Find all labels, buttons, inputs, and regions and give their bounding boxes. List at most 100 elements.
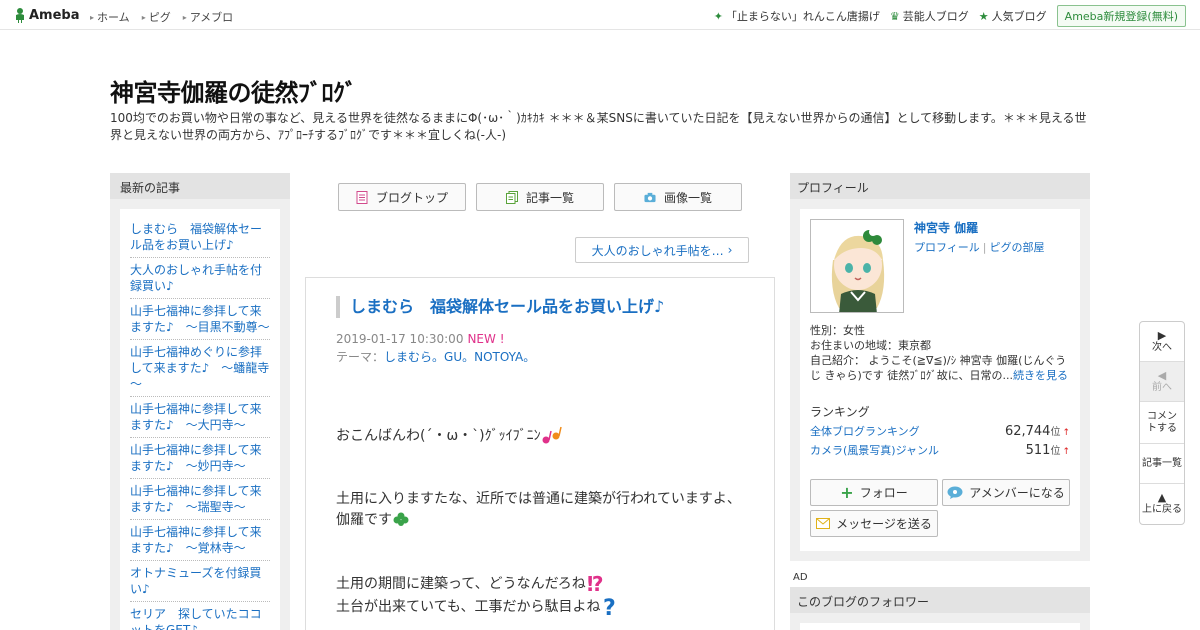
next-post-button[interactable]: ▶ 次へ bbox=[1140, 322, 1184, 362]
follow-button[interactable]: + フォロー bbox=[810, 479, 938, 506]
question-mark-icon: ? bbox=[603, 596, 616, 619]
plus-icon: + bbox=[840, 483, 854, 502]
next-article-link[interactable]: 大人のおしゃれ手帖を… › bbox=[575, 237, 749, 263]
ad-label: AD bbox=[793, 572, 808, 583]
exclamation-question-icon: ⁉ bbox=[587, 573, 604, 595]
send-message-button[interactable]: メッセージを送る bbox=[810, 510, 938, 537]
recent-articles-list: しまむら 福袋解体セール品をお買い上げ♪ 大人のおしゃれ手帖を付録買い♪ 山手七… bbox=[120, 209, 280, 630]
article-text: 伽羅です bbox=[336, 512, 392, 528]
recent-article-link[interactable]: 山手七福神に参拝して来ますた♪ ～瑞聖寺～ bbox=[130, 479, 270, 520]
prev-post-label: 前へ bbox=[1152, 381, 1172, 393]
profile-area: お住まいの地域：東京都 bbox=[810, 339, 931, 352]
blog-title[interactable]: 神宮寺伽羅の徒然ﾌﾞﾛｸﾞ bbox=[110, 73, 357, 108]
recent-article-link[interactable]: しまむら 福袋解体セール品をお買い上げ♪ bbox=[130, 217, 270, 258]
prev-triangle-icon: ◀ bbox=[1157, 368, 1167, 382]
ranking-row: カメラ(風景写真)ジャンル 511位 ↑ bbox=[810, 442, 1070, 458]
recent-article-link[interactable]: 山手七福神に参拝して来ますた♪ ～目黒不動尊～ bbox=[130, 299, 270, 340]
floating-side-nav: ▶ 次へ ◀ 前へ コメントする 記事一覧 ▲ 上に戻る bbox=[1139, 321, 1185, 525]
profile-name[interactable]: 神宮寺 伽羅 bbox=[914, 219, 978, 236]
article: しまむら 福袋解体セール品をお買い上げ♪ 2019-01-17 10:30:00… bbox=[305, 277, 775, 630]
ranking-value: 62,744位 ↑ bbox=[1005, 423, 1070, 439]
side-article-list-button[interactable]: 記事一覧 bbox=[1140, 444, 1184, 484]
followers-box bbox=[800, 623, 1080, 630]
new-badge: NEW ! bbox=[467, 332, 505, 346]
music-notes-icon bbox=[542, 426, 562, 444]
back-to-top-button[interactable]: ▲ 上に戻る bbox=[1140, 484, 1184, 524]
top-nav-pigg[interactable]: ピグ bbox=[142, 9, 171, 25]
signup-button[interactable]: Ameba新規登録(無料) bbox=[1056, 5, 1186, 27]
speech-bubble-icon bbox=[947, 486, 963, 499]
pigg-room-link[interactable]: ピグの部屋 bbox=[990, 241, 1045, 254]
clover-icon bbox=[393, 512, 409, 526]
star-icon: ★ bbox=[978, 10, 989, 23]
article-paragraph: 土用に入りますたな、近所では普通に建築が行われていますよ、 bbox=[336, 489, 741, 510]
profile-panel: プロフィール 神宮寺 伽羅 プロフィール | ピグの部屋 性別：女性 お住まいの… bbox=[790, 173, 1090, 561]
back-to-top-label: 上に戻る bbox=[1142, 504, 1182, 515]
crown-icon: ♛ bbox=[889, 10, 900, 23]
article-list-label: 記事一覧 bbox=[525, 190, 574, 205]
article-text: 土台が出来ていても、工事だから駄目よね bbox=[336, 599, 601, 615]
recent-articles-heading: 最新の記事 bbox=[110, 173, 290, 199]
article-text: 土用に入りますたな、近所では普通に建築が行われていますよ、 bbox=[336, 491, 741, 507]
profile-heading: プロフィール bbox=[790, 173, 1090, 199]
recent-article-link[interactable]: オトナミューズを付録買い♪ bbox=[130, 561, 270, 602]
top-nav-ameblo[interactable]: アメブロ bbox=[183, 9, 233, 25]
list-icon bbox=[505, 190, 518, 204]
comment-label: コメントする bbox=[1147, 410, 1177, 434]
recent-article-link[interactable]: 山手七福神に参拝して来ますた♪ ～妙円寺～ bbox=[130, 438, 270, 479]
popular-blog-link[interactable]: ★ 人気ブログ bbox=[979, 8, 1047, 24]
article-paragraph: 土台が出来ていても、工事だから駄目よね? bbox=[336, 595, 741, 619]
recent-article-link[interactable]: 山手七福神に参拝して来ますた♪ ～大円寺～ bbox=[130, 397, 270, 438]
theme-label: テーマ： bbox=[336, 350, 385, 364]
recent-article-link[interactable]: 大人のおしゃれ手帖を付録買い♪ bbox=[130, 258, 270, 299]
ranking-unit: 位 bbox=[1050, 427, 1061, 438]
theme-link[interactable]: しまむら。GU。NOTOYA。 bbox=[384, 350, 535, 364]
read-more-link[interactable]: 続きを見る bbox=[1013, 369, 1068, 382]
ranking-title: ランキング bbox=[810, 405, 870, 419]
prev-post-button: ◀ 前へ bbox=[1140, 362, 1184, 402]
comment-button[interactable]: コメントする bbox=[1140, 402, 1184, 444]
trending-link[interactable]: ✦ 「止まらない」れんこん唐揚げ bbox=[714, 8, 880, 24]
article-list-button[interactable]: 記事一覧 bbox=[476, 183, 604, 211]
sparkle-icon: ✦ bbox=[713, 10, 723, 23]
celebrity-blog-label: 芸能人ブログ bbox=[902, 10, 969, 23]
profile-intro: 自己紹介： ようこそ(≧∇≦)/ｼ 神宮寺 伽羅(じんぐうじ きゃら)です 徒然… bbox=[810, 353, 1072, 383]
article-text: おこんばんわ(´・ω・`)ｸﾞｯｲﾌﾞﾆﾝ bbox=[336, 428, 541, 444]
article-date: 2019-01-17 10:30:00 NEW ! bbox=[336, 332, 505, 346]
top-right-links: ✦ 「止まらない」れんこん唐揚げ ♛ 芸能人ブログ ★ 人気ブログ Ameba新規登録… bbox=[714, 5, 1186, 27]
blog-top-button[interactable]: ブログトップ bbox=[338, 183, 466, 211]
profile-link[interactable]: プロフィール bbox=[914, 241, 980, 254]
image-list-button[interactable]: 画像一覧 bbox=[614, 183, 742, 211]
avatar[interactable] bbox=[810, 219, 904, 313]
article-text: 土用の期間に建築って、どうなんだろね bbox=[336, 576, 586, 592]
send-message-label: メッセージを送る bbox=[836, 517, 932, 531]
recent-article-link[interactable]: 山手七福神に参拝して来ますた♪ ～覚林寺～ bbox=[130, 520, 270, 561]
svg-text:⁉: ⁉ bbox=[587, 573, 604, 595]
celebrity-blog-link[interactable]: ♛ 芸能人ブログ bbox=[890, 8, 969, 24]
avatar-image bbox=[811, 220, 903, 312]
blog-top-label: ブログトップ bbox=[375, 190, 448, 205]
recent-article-link[interactable]: セリア 探していたココットをGET♪ bbox=[130, 602, 270, 630]
recent-articles-panel: 最新の記事 しまむら 福袋解体セール品をお買い上げ♪ 大人のおしゃれ手帖を付録買… bbox=[110, 173, 290, 630]
profile-links: プロフィール | ピグの部屋 bbox=[914, 239, 1045, 255]
ameba-logo-icon bbox=[16, 8, 24, 23]
profile-box: 神宮寺 伽羅 プロフィール | ピグの部屋 性別：女性 お住まいの地域：東京都 自己… bbox=[800, 209, 1080, 551]
ranking-value: 511位 ↑ bbox=[1026, 442, 1070, 458]
ranking-number: 62,744 bbox=[1004, 424, 1051, 439]
top-nav-home[interactable]: ホーム bbox=[90, 9, 130, 25]
top-nav: ホーム ピグ アメブロ bbox=[90, 9, 233, 25]
profile-info: 性別：女性 お住まいの地域：東京都 自己紹介： ようこそ(≧∇≦)/ｼ 神宮寺 … bbox=[810, 323, 1072, 383]
rank-up-arrow-icon: ↑ bbox=[1062, 447, 1070, 457]
rank-up-arrow-icon: ↑ bbox=[1062, 428, 1070, 438]
amember-button[interactable]: アメンバーになる bbox=[942, 479, 1070, 506]
ameba-logo[interactable]: Ameba bbox=[14, 6, 80, 24]
trending-link-label: 「止まらない」れんこん唐揚げ bbox=[725, 10, 880, 23]
article-title[interactable]: しまむら 福袋解体セール品をお買い上げ♪ bbox=[336, 296, 664, 318]
ranking-label[interactable]: 全体ブログランキング bbox=[810, 423, 920, 439]
recent-article-link[interactable]: 山手七福神めぐりに参拝して来ますた♪ ～蟠龍寺～ bbox=[130, 340, 270, 397]
ranking-label[interactable]: カメラ(風景写真)ジャンル bbox=[810, 442, 939, 458]
article-theme: テーマ：しまむら。GU。NOTOYA。 bbox=[336, 348, 535, 365]
ranking-number: 511 bbox=[1025, 443, 1051, 458]
image-list-label: 画像一覧 bbox=[663, 190, 712, 205]
